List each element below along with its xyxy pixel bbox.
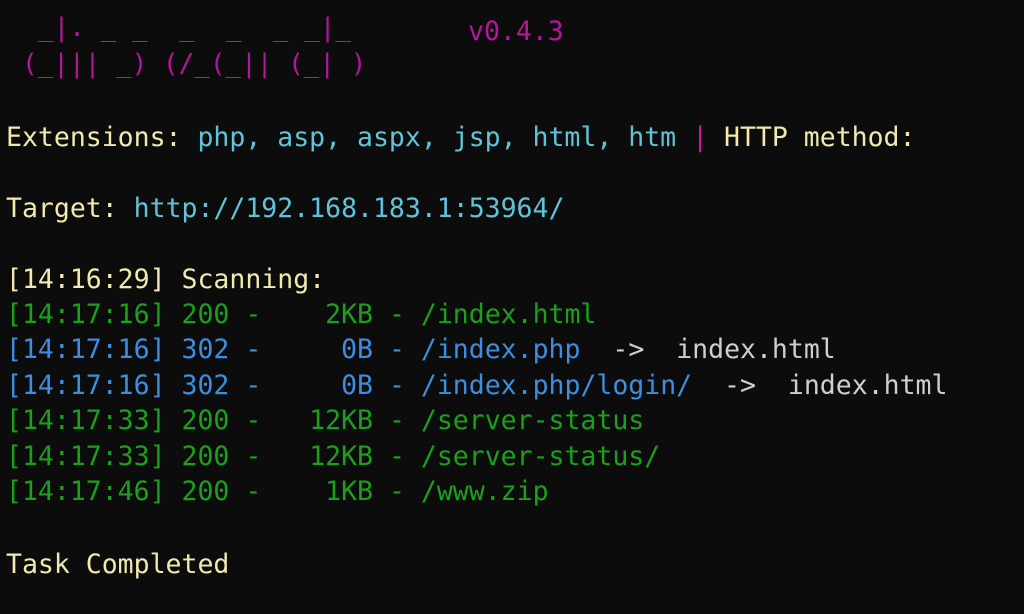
result-row: [14:17:33] 200 - 12KB - /server-status bbox=[6, 405, 645, 437]
result-status: 200 bbox=[181, 299, 230, 330]
result-path: /server-status bbox=[420, 405, 645, 437]
extensions-label: Extensions: bbox=[6, 122, 182, 153]
result-status: 302 bbox=[181, 334, 230, 366]
result-path: /index.php/login/ bbox=[420, 369, 693, 401]
redirect-arrow: -> bbox=[724, 369, 756, 401]
result-size: 1KB bbox=[325, 476, 374, 507]
task-completed-line: Task Completed bbox=[6, 549, 230, 580]
scan-start-time: [14:16:29] bbox=[6, 264, 166, 295]
extensions-value: php, asp, aspx, jsp, html, htm bbox=[197, 122, 677, 153]
result-row: [14:17:33] 200 - 12KB - /server-status/ bbox=[6, 440, 661, 472]
terminal-window[interactable]: _|. _ _ _ _ _ _|_ (_||| _) (/_(_|| (_| )… bbox=[0, 0, 1024, 614]
redirect-arrow: -> bbox=[612, 334, 645, 366]
result-status: 200 bbox=[181, 440, 230, 472]
target-line: Target: http://192.168.183.1:53964/ bbox=[6, 191, 564, 226]
version-label: v0.4.3 bbox=[468, 16, 564, 47]
result-path: /server-status/ bbox=[420, 440, 661, 472]
http-method-label: HTTP method: bbox=[724, 122, 916, 153]
result-path: /index.php bbox=[420, 334, 581, 366]
result-time: [14:17:16] bbox=[6, 299, 166, 330]
redirect-target: index.html bbox=[787, 369, 948, 401]
result-time: [14:17:33] bbox=[6, 405, 166, 437]
target-label: Target: bbox=[6, 193, 118, 224]
result-row: [14:17:16] 302 - 0B - /index.php -> inde… bbox=[6, 334, 836, 366]
result-size: 0B bbox=[341, 334, 374, 366]
result-size: 12KB bbox=[309, 440, 374, 472]
result-time: [14:17:16] bbox=[6, 334, 166, 366]
target-url: http://192.168.183.1:53964/ bbox=[133, 193, 565, 224]
result-status: 302 bbox=[181, 369, 230, 401]
ascii-banner-line-2: (_||| _) (/_(_|| (_| ) bbox=[22, 49, 367, 79]
result-time: [14:17:16] bbox=[6, 369, 166, 401]
result-status: 200 bbox=[181, 405, 230, 437]
scan-start-line: [14:16:29] Scanning: bbox=[6, 262, 325, 297]
result-row: [14:17:16] 200 - 2KB - /index.html bbox=[6, 299, 597, 330]
result-path: /www.zip bbox=[420, 476, 549, 507]
ascii-banner-line-1: _|. _ _ _ _ _ _|_ bbox=[38, 13, 352, 43]
config-line: Extensions: php, asp, aspx, jsp, html, h… bbox=[6, 120, 915, 155]
result-row: [14:17:16] 302 - 0B - /index.php/login/ … bbox=[6, 369, 948, 401]
result-size: 0B bbox=[341, 369, 374, 401]
result-time: [14:17:33] bbox=[6, 440, 166, 472]
result-time: [14:17:46] bbox=[6, 476, 166, 507]
result-size: 2KB bbox=[325, 299, 374, 330]
result-status: 200 bbox=[181, 476, 230, 507]
result-row: [14:17:46] 200 - 1KB - /www.zip bbox=[6, 476, 549, 507]
scan-start-label: Scanning: bbox=[181, 264, 326, 295]
redirect-target: index.html bbox=[676, 334, 836, 366]
config-separator: | bbox=[692, 122, 709, 153]
result-size: 12KB bbox=[309, 405, 374, 437]
result-path: /index.html bbox=[420, 299, 597, 330]
